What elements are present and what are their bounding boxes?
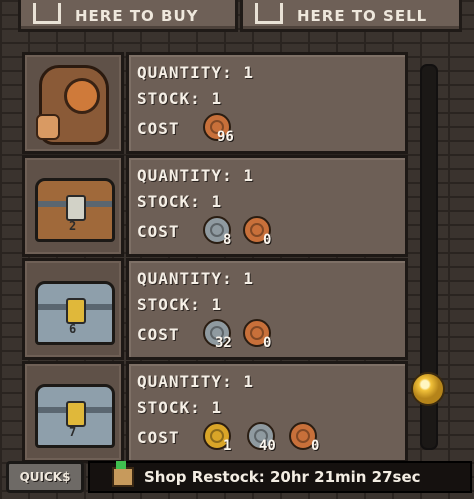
sell-button[interactable]: HERE TO SELL: [240, 0, 462, 32]
wooden-chest-icon: 2: [35, 178, 115, 242]
shop-restock-timer: Shop Restock: 20hr 21min 27sec: [88, 461, 472, 493]
item-info-panel: QUANTITY: 1 STOCK: 1 COST 8 0: [126, 155, 408, 257]
item-info-panel: QUANTITY: 1 STOCK: 1 COST 32 0: [126, 258, 408, 360]
chest-number: 2: [69, 219, 77, 233]
quantity-value: 1: [243, 63, 254, 82]
copper-cost-value: 96: [217, 129, 234, 145]
restock-text: Shop Restock: 20hr 21min 27sec: [144, 468, 421, 486]
shop-item-row[interactable]: 2 QUANTITY: 1 STOCK: 1 COST 8 0: [22, 155, 408, 257]
chest-number: 7: [69, 425, 77, 439]
cost-label: COST: [137, 325, 180, 344]
stock-value: 1: [211, 398, 223, 417]
shop-item-row[interactable]: QUANTITY: 1 STOCK: 1 COST 96: [22, 52, 408, 154]
gift-box-icon: [112, 461, 134, 487]
quantity-label: QUANTITY: 1: [137, 372, 254, 391]
item-icon-frame[interactable]: 7: [22, 361, 124, 463]
buy-button[interactable]: HERE TO BUY: [18, 0, 238, 32]
shop-item-row[interactable]: 6 QUANTITY: 1 STOCK: 1 COST 32 0: [22, 258, 408, 360]
buy-button-label: HERE TO BUY: [75, 7, 199, 25]
steel-chest-icon: 6: [35, 281, 115, 345]
copper-cost-value: 0: [263, 232, 272, 248]
quantity-label: QUANTITY: 1: [137, 63, 254, 82]
scrollbar-thumb[interactable]: [411, 372, 445, 406]
shop-item-row[interactable]: 7 QUANTITY: 1 STOCK: 1 COST 1 40 0: [22, 361, 408, 463]
item-icon-frame[interactable]: 2: [22, 155, 124, 257]
item-info-panel: QUANTITY: 1 STOCK: 1 COST 1 40 0: [126, 361, 408, 463]
quantity-label: QUANTITY: 1: [137, 269, 254, 288]
silver-cost-value: 8: [223, 232, 232, 248]
silver-cost-value: 32: [215, 335, 232, 351]
cost-label: COST: [137, 428, 180, 447]
item-icon-frame[interactable]: 6: [22, 258, 124, 360]
sell-button-label: HERE TO SELL: [297, 7, 428, 25]
stock-label: STOCK: 1: [137, 398, 223, 417]
quantity-value: 1: [243, 166, 254, 185]
stock-label: STOCK: 1: [137, 192, 223, 211]
chest-number: 6: [69, 322, 77, 336]
gold-cost-value: 1: [223, 438, 232, 454]
stock-value: 1: [211, 89, 223, 108]
quantity-value: 1: [243, 372, 254, 391]
item-info-panel: QUANTITY: 1 STOCK: 1 COST 96: [126, 52, 408, 154]
item-icon-frame[interactable]: [22, 52, 124, 154]
quantity-value: 1: [243, 269, 254, 288]
stock-label: STOCK: 1: [137, 295, 223, 314]
quantity-label: QUANTITY: 1: [137, 166, 254, 185]
stock-value: 1: [211, 192, 223, 211]
download-tray-icon: [33, 2, 61, 24]
stock-value: 1: [211, 295, 223, 314]
silver-cost-value: 40: [259, 438, 276, 454]
steel-chest-icon: 7: [35, 384, 115, 448]
upload-tray-icon: [255, 2, 283, 24]
quick-sell-button[interactable]: QUICK$: [6, 461, 84, 493]
cost-label: COST: [137, 119, 180, 138]
stock-label: STOCK: 1: [137, 89, 223, 108]
copper-cost-value: 0: [311, 438, 320, 454]
coin-bag-icon: [36, 65, 109, 145]
copper-cost-value: 0: [263, 335, 272, 351]
cost-label: COST: [137, 222, 180, 241]
